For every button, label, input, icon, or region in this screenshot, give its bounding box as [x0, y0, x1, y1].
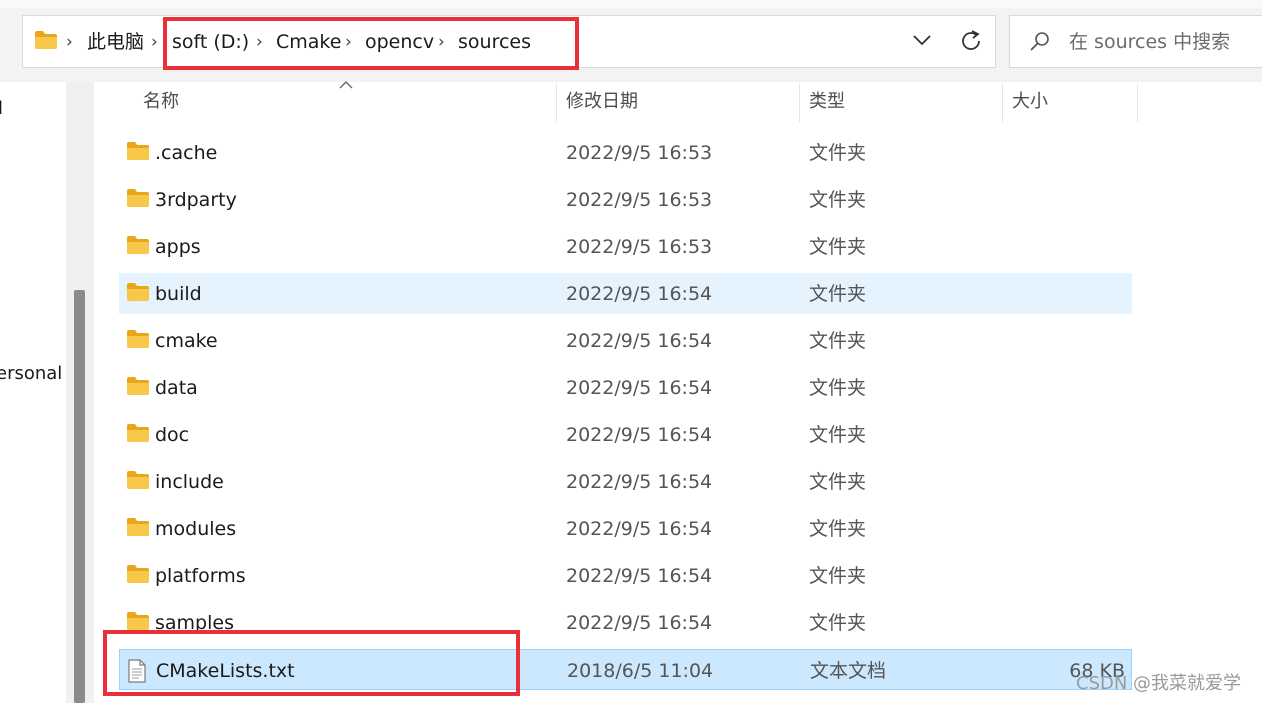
file-type: 文件夹: [809, 424, 867, 446]
annotation-box: [103, 630, 520, 696]
file-name: .cache: [155, 142, 218, 164]
file-row[interactable]: include 2022/9/5 16:54 文件夹: [119, 461, 1132, 502]
file-type: 文件夹: [809, 330, 867, 352]
file-type: 文件夹: [809, 142, 867, 164]
column-header-date[interactable]: 修改日期: [566, 90, 638, 114]
file-name: include: [155, 471, 224, 493]
folder-icon: [126, 329, 150, 353]
search-icon[interactable]: [1028, 30, 1052, 54]
file-date: 2022/9/5 16:53: [566, 236, 713, 258]
scrollbar-thumb[interactable]: [74, 290, 85, 703]
chevron-down-icon[interactable]: [910, 28, 934, 52]
file-type: 文本文档: [810, 660, 887, 682]
folder-icon: [126, 141, 150, 165]
column-divider[interactable]: [1002, 84, 1003, 122]
file-row[interactable]: modules 2022/9/5 16:54 文件夹: [119, 508, 1132, 549]
file-type: 文件夹: [809, 377, 867, 399]
breadcrumb-separator[interactable]: ›: [66, 30, 73, 54]
file-date: 2022/9/5 16:54: [566, 330, 713, 352]
file-name: build: [155, 283, 202, 305]
file-name: platforms: [155, 565, 246, 587]
file-date: 2022/9/5 16:54: [566, 612, 713, 634]
file-type: 文件夹: [809, 471, 867, 493]
file-name: data: [155, 377, 198, 399]
file-date: 2022/9/5 16:53: [566, 142, 713, 164]
column-header-size[interactable]: 大小: [1012, 90, 1048, 114]
file-type: 文件夹: [809, 518, 867, 540]
file-row[interactable]: build 2022/9/5 16:54 文件夹: [119, 273, 1132, 314]
sort-ascending-icon: [339, 81, 353, 89]
column-header-name[interactable]: 名称: [143, 90, 179, 114]
folder-icon: [34, 30, 58, 50]
file-name: doc: [155, 424, 190, 446]
column-divider[interactable]: [799, 84, 800, 122]
file-date: 2022/9/5 16:54: [566, 471, 713, 493]
file-name: apps: [155, 236, 201, 258]
folder-icon: [126, 423, 150, 447]
file-row[interactable]: 3rdparty 2022/9/5 16:53 文件夹: [119, 179, 1132, 220]
column-divider[interactable]: [556, 84, 557, 122]
file-type: 文件夹: [809, 189, 867, 211]
file-row[interactable]: cmake 2022/9/5 16:54 文件夹: [119, 320, 1132, 361]
file-type: 文件夹: [809, 283, 867, 305]
folder-icon: [126, 376, 150, 400]
file-type: 文件夹: [809, 565, 867, 587]
nav-item-partial[interactable]: l: [0, 98, 3, 120]
annotation-box: [163, 17, 579, 70]
folder-icon: [126, 564, 150, 588]
file-date: 2022/9/5 16:54: [566, 565, 713, 587]
search-input[interactable]: 在 sources 中搜索: [1069, 30, 1230, 54]
column-divider[interactable]: [1137, 84, 1138, 122]
file-date: 2018/6/5 11:04: [567, 660, 714, 682]
file-row[interactable]: doc 2022/9/5 16:54 文件夹: [119, 414, 1132, 455]
folder-icon: [126, 235, 150, 259]
file-row[interactable]: data 2022/9/5 16:54 文件夹: [119, 367, 1132, 408]
file-row[interactable]: apps 2022/9/5 16:53 文件夹: [119, 226, 1132, 267]
file-date: 2022/9/5 16:53: [566, 189, 713, 211]
folder-icon: [126, 470, 150, 494]
file-date: 2022/9/5 16:54: [566, 424, 713, 446]
file-name: cmake: [155, 330, 218, 352]
file-date: 2022/9/5 16:54: [566, 283, 713, 305]
file-date: 2022/9/5 16:54: [566, 377, 713, 399]
folder-icon: [126, 517, 150, 541]
breadcrumb-separator[interactable]: ›: [151, 30, 158, 54]
watermark: CSDN @我菜就爱学: [1076, 673, 1242, 694]
nav-item-personal[interactable]: ersonal: [0, 363, 62, 385]
file-date: 2022/9/5 16:54: [566, 518, 713, 540]
breadcrumb-this-pc[interactable]: 此电脑: [87, 30, 144, 54]
refresh-icon[interactable]: [958, 28, 984, 54]
file-type: 文件夹: [809, 612, 867, 634]
file-type: 文件夹: [809, 236, 867, 258]
file-name: modules: [155, 518, 237, 540]
column-header-type[interactable]: 类型: [809, 90, 845, 114]
file-row[interactable]: platforms 2022/9/5 16:54 文件夹: [119, 555, 1132, 596]
folder-icon: [126, 188, 150, 212]
file-row[interactable]: .cache 2022/9/5 16:53 文件夹: [119, 132, 1132, 173]
file-name: 3rdparty: [155, 189, 237, 211]
window-top-strip: [0, 0, 1262, 8]
folder-icon: [126, 282, 150, 306]
